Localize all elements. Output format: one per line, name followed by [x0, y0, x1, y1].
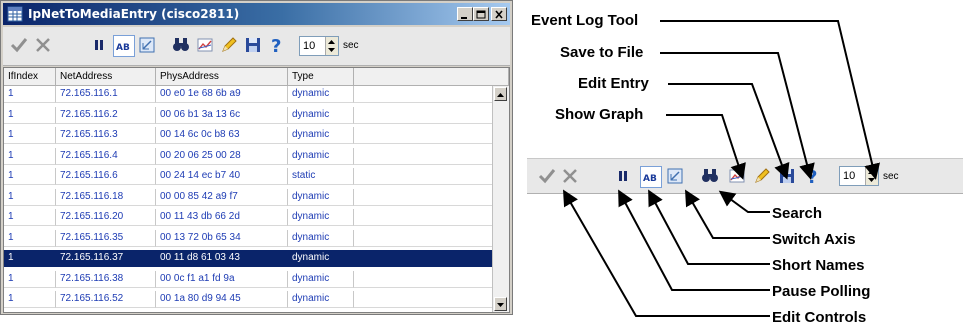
leader-switch-axis [684, 189, 770, 239]
leader-event-log-tool [660, 20, 880, 180]
leader-edit-controls [563, 189, 770, 317]
callout-leader-lines [563, 20, 880, 317]
leader-short-names [648, 189, 770, 265]
leader-search [718, 190, 770, 213]
leader-show-graph [666, 114, 746, 180]
